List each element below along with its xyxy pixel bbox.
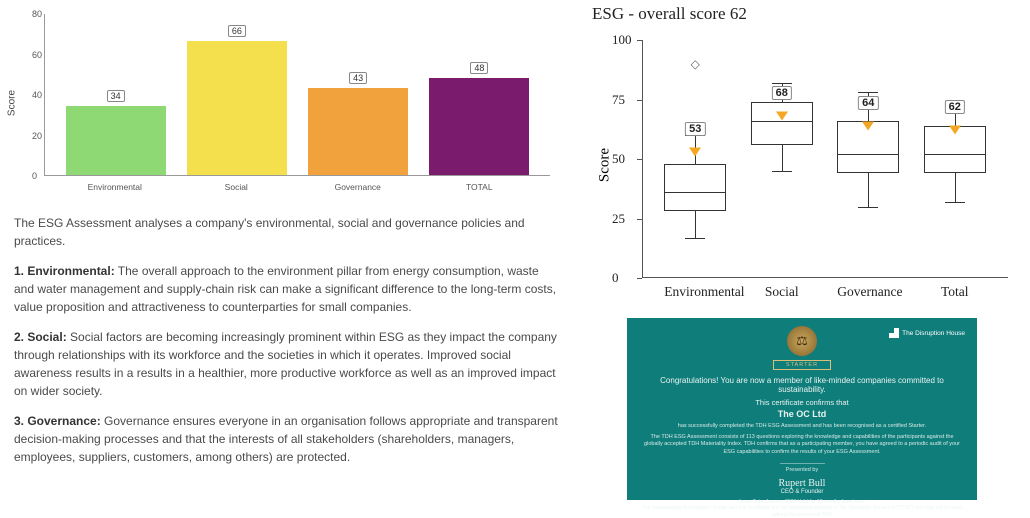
bar-chart-xtick: Environmental bbox=[65, 182, 165, 196]
box-plot-wrapper: ESG - overall score 62 Score 53◇686462 0… bbox=[582, 4, 1022, 304]
certificate-footnote2: The Sustainability Accreditation Badge a… bbox=[641, 505, 963, 518]
certificate-congrats: Congratulations! You are now a member of… bbox=[641, 376, 963, 394]
certificate-seal-icon bbox=[787, 326, 817, 356]
marker-label: 68 bbox=[772, 86, 792, 100]
certificate-company: The OC Ltd bbox=[641, 409, 963, 419]
certificate-tier: STARTER bbox=[773, 360, 831, 370]
left-panel: Score 34664348 020406080 EnvironmentalSo… bbox=[0, 0, 574, 514]
marker-icon bbox=[689, 147, 701, 156]
box-plot-ytick: 25 bbox=[612, 211, 625, 227]
marker-icon bbox=[862, 121, 874, 130]
bar-label: 48 bbox=[470, 62, 488, 74]
bar-chart-ylabel: Score bbox=[7, 90, 18, 116]
description-governance: 3. Governance: Governance ensures everyo… bbox=[14, 412, 560, 466]
box-governance: 64 bbox=[837, 40, 899, 278]
certificate: The Disruption House STARTER Congratulat… bbox=[627, 318, 977, 500]
bar-label: 43 bbox=[349, 72, 367, 84]
certificate-body1: has successfully completed the TDH ESG A… bbox=[641, 423, 963, 431]
box-plot-ytick: 75 bbox=[612, 92, 625, 108]
box-plot-ytick: 0 bbox=[612, 270, 619, 286]
box-total: 62 bbox=[924, 40, 986, 278]
description-intro: The ESG Assessment analyses a company's … bbox=[14, 214, 560, 250]
certificate-presented: Presented by bbox=[641, 467, 963, 475]
description-block: The ESG Assessment analyses a company's … bbox=[14, 214, 560, 466]
certificate-body2: The TDH ESG Assessment consists of 113 q… bbox=[641, 434, 963, 457]
box-plot-xtick: Total bbox=[924, 284, 986, 300]
certificate-divider bbox=[780, 463, 825, 464]
bar-label: 34 bbox=[107, 90, 125, 102]
bar-chart-ytick: 80 bbox=[32, 9, 42, 19]
brand-icon bbox=[889, 328, 899, 338]
bar-governance: 43 bbox=[308, 88, 408, 175]
box-plot-ytick: 100 bbox=[612, 32, 632, 48]
box-environmental: 53 ◇ bbox=[664, 40, 726, 278]
bar-chart-ytick: 40 bbox=[32, 90, 42, 100]
bar-label: 66 bbox=[228, 25, 246, 37]
certificate-signature: Rupert Bull bbox=[641, 478, 963, 489]
certificate-role: CEO & Founder bbox=[641, 489, 963, 495]
box-plot: Score 53◇686462 0255075100 Environmental… bbox=[582, 26, 1022, 304]
bar-chart-ytick: 20 bbox=[32, 131, 42, 141]
bar-chart-ytick: 60 bbox=[32, 50, 42, 60]
bar-environmental: 34 bbox=[66, 106, 166, 175]
box-plot-xtick: Governance bbox=[837, 284, 899, 300]
bar-chart: Score 34664348 020406080 EnvironmentalSo… bbox=[14, 10, 554, 196]
bar-chart-xtick: Social bbox=[186, 182, 286, 196]
bar-social: 66 bbox=[187, 41, 287, 175]
certificate-brand: The Disruption House bbox=[889, 328, 965, 338]
description-social: 2. Social: Social factors are becoming i… bbox=[14, 328, 560, 400]
box-plot-ytick: 50 bbox=[612, 151, 625, 167]
bar-chart-ytick: 0 bbox=[32, 171, 37, 181]
box-social: 68 bbox=[751, 40, 813, 278]
bar-chart-xtick: Governance bbox=[308, 182, 408, 196]
marker-label: 53 bbox=[685, 122, 705, 136]
bar-chart-xtick: TOTAL bbox=[429, 182, 529, 196]
box-plot-xtick: Environmental bbox=[664, 284, 726, 300]
marker-icon bbox=[776, 112, 788, 121]
marker-label: 64 bbox=[858, 96, 878, 110]
right-panel: ESG - overall score 62 Score 53◇686462 0… bbox=[574, 0, 1030, 514]
description-environmental: 1. Environmental: The overall approach t… bbox=[14, 262, 560, 316]
certificate-confirm: This certificate confirms that bbox=[641, 398, 963, 407]
marker-icon bbox=[949, 126, 961, 135]
bar-chart-plot: 34664348 bbox=[44, 14, 550, 176]
marker-label: 62 bbox=[945, 100, 965, 114]
outlier-point: ◇ bbox=[691, 57, 700, 71]
box-plot-title: ESG - overall score 62 bbox=[592, 4, 1022, 24]
bar-total: 48 bbox=[429, 78, 529, 175]
box-plot-xtick: Social bbox=[751, 284, 813, 300]
